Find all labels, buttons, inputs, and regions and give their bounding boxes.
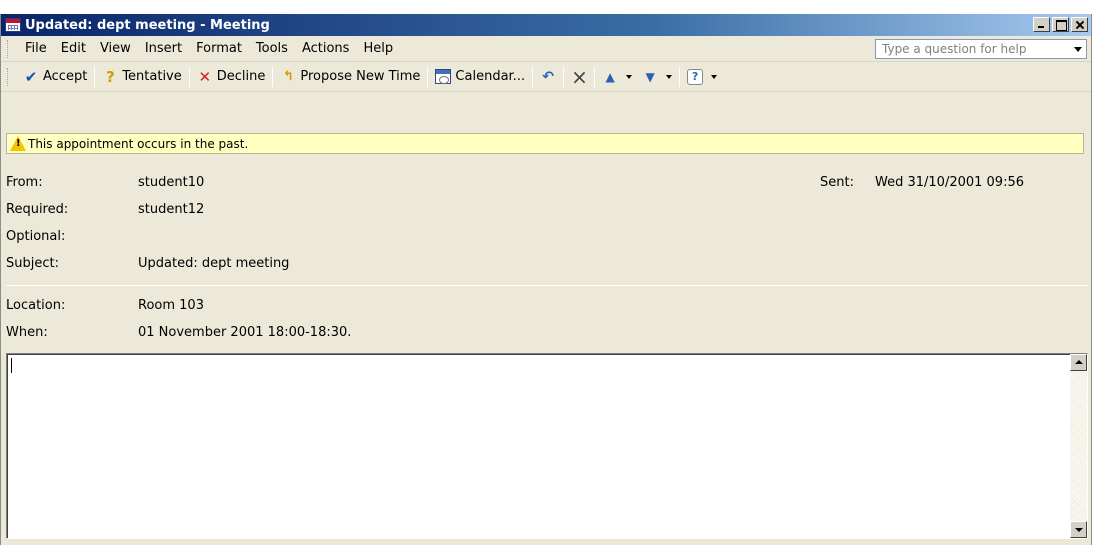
- delete-button[interactable]: ×: [566, 66, 592, 88]
- previous-item-button[interactable]: ▲: [597, 66, 637, 88]
- decline-label: Decline: [216, 69, 266, 84]
- sent-value: Wed 31/10/2001 09:56: [875, 175, 1024, 190]
- menu-edit[interactable]: Edit: [54, 39, 93, 58]
- maximize-button[interactable]: [1052, 17, 1069, 32]
- decline-button[interactable]: ✕ Decline: [192, 66, 271, 88]
- close-button[interactable]: [1071, 17, 1088, 32]
- from-label: From:: [6, 175, 43, 190]
- when-value: 01 November 2001 18:00-18:30.: [138, 325, 352, 340]
- toolbar-separator: [272, 66, 274, 87]
- toolbar-separator: [94, 66, 96, 87]
- help-dropdown-icon[interactable]: [1074, 47, 1082, 52]
- vertical-scrollbar[interactable]: [1070, 354, 1087, 538]
- header-divider: [6, 285, 1088, 286]
- text-cursor: [11, 358, 12, 373]
- menu-view[interactable]: View: [93, 39, 138, 58]
- accept-label: Accept: [43, 69, 88, 84]
- menu-file[interactable]: File: [18, 39, 54, 58]
- calendar-button[interactable]: Calendar...: [430, 66, 530, 87]
- menu-actions[interactable]: Actions: [295, 39, 357, 58]
- from-value[interactable]: student10: [138, 175, 204, 190]
- required-value[interactable]: student12: [138, 202, 204, 217]
- info-bar: This appointment occurs in the past.: [6, 133, 1084, 154]
- down-arrow-icon: ▼: [645, 69, 655, 84]
- scroll-up-button[interactable]: [1070, 354, 1087, 371]
- propose-label: Propose New Time: [300, 69, 421, 84]
- window-controls: [1033, 17, 1088, 32]
- chevron-down-icon[interactable]: [626, 74, 633, 79]
- help-question-placeholder: Type a question for help: [882, 42, 1027, 56]
- info-bar-message: This appointment occurs in the past.: [28, 136, 249, 151]
- menu-insert[interactable]: Insert: [138, 39, 189, 58]
- subject-value: Updated: dept meeting: [138, 256, 290, 271]
- chevron-down-icon[interactable]: [666, 74, 673, 79]
- x-icon: ✕: [198, 67, 212, 86]
- help-question-input[interactable]: Type a question for help: [875, 39, 1087, 59]
- reply-icon: ↶: [542, 68, 554, 85]
- minimize-button[interactable]: [1033, 17, 1050, 32]
- scroll-down-button[interactable]: [1070, 521, 1087, 538]
- chevron-down-icon[interactable]: [711, 74, 718, 79]
- menu-tools[interactable]: Tools: [249, 39, 295, 58]
- check-icon: ✔: [24, 67, 38, 86]
- title-bar[interactable]: Updated: dept meeting - Meeting: [1, 14, 1091, 36]
- when-label: When:: [6, 325, 48, 340]
- toolbar-separator: [188, 66, 190, 87]
- next-item-button[interactable]: ▼: [637, 66, 677, 88]
- location-label: Location:: [6, 298, 66, 313]
- location-value: Room 103: [138, 298, 204, 313]
- question-icon: ?: [105, 67, 115, 86]
- subject-label: Subject:: [6, 256, 59, 271]
- reply-button[interactable]: ↶: [535, 66, 561, 88]
- toolbar-grip[interactable]: [7, 67, 10, 86]
- propose-new-time-button[interactable]: ↰ Propose New Time: [275, 66, 425, 88]
- required-label: Required:: [6, 202, 69, 217]
- accept-button[interactable]: ✔ Accept: [18, 66, 92, 88]
- menu-help[interactable]: Help: [356, 39, 400, 58]
- menubar-grip[interactable]: [7, 39, 10, 58]
- meeting-calendar-icon: [5, 18, 21, 32]
- help-icon: ?: [687, 68, 704, 85]
- toolbar: ✔ Accept ? Tentative ✕ Decline ↰ Propose…: [1, 62, 1091, 92]
- warning-icon: [10, 136, 26, 151]
- up-arrow-icon: ▲: [605, 69, 615, 84]
- help-button[interactable]: ?: [682, 66, 722, 88]
- toolbar-separator: [563, 66, 565, 87]
- sent-label: Sent:: [820, 175, 854, 190]
- calendar-label: Calendar...: [455, 69, 526, 84]
- message-body[interactable]: [6, 353, 1088, 539]
- calendar-icon: [435, 69, 452, 84]
- toolbar-separator: [594, 66, 596, 87]
- toolbar-separator: [532, 66, 534, 87]
- meeting-window: Updated: dept meeting - Meeting File Edi…: [0, 14, 1092, 545]
- arrow-icon: ↰: [282, 68, 294, 84]
- tentative-label: Tentative: [122, 69, 182, 84]
- optional-label: Optional:: [6, 229, 66, 244]
- toolbar-separator: [679, 66, 681, 87]
- menu-format[interactable]: Format: [189, 39, 249, 58]
- window-title: Updated: dept meeting - Meeting: [25, 17, 270, 33]
- toolbar-separator: [427, 66, 429, 87]
- delete-icon: ×: [571, 64, 588, 89]
- menu-bar: File Edit View Insert Format Tools Actio…: [1, 36, 1091, 62]
- tentative-button[interactable]: ? Tentative: [97, 66, 186, 88]
